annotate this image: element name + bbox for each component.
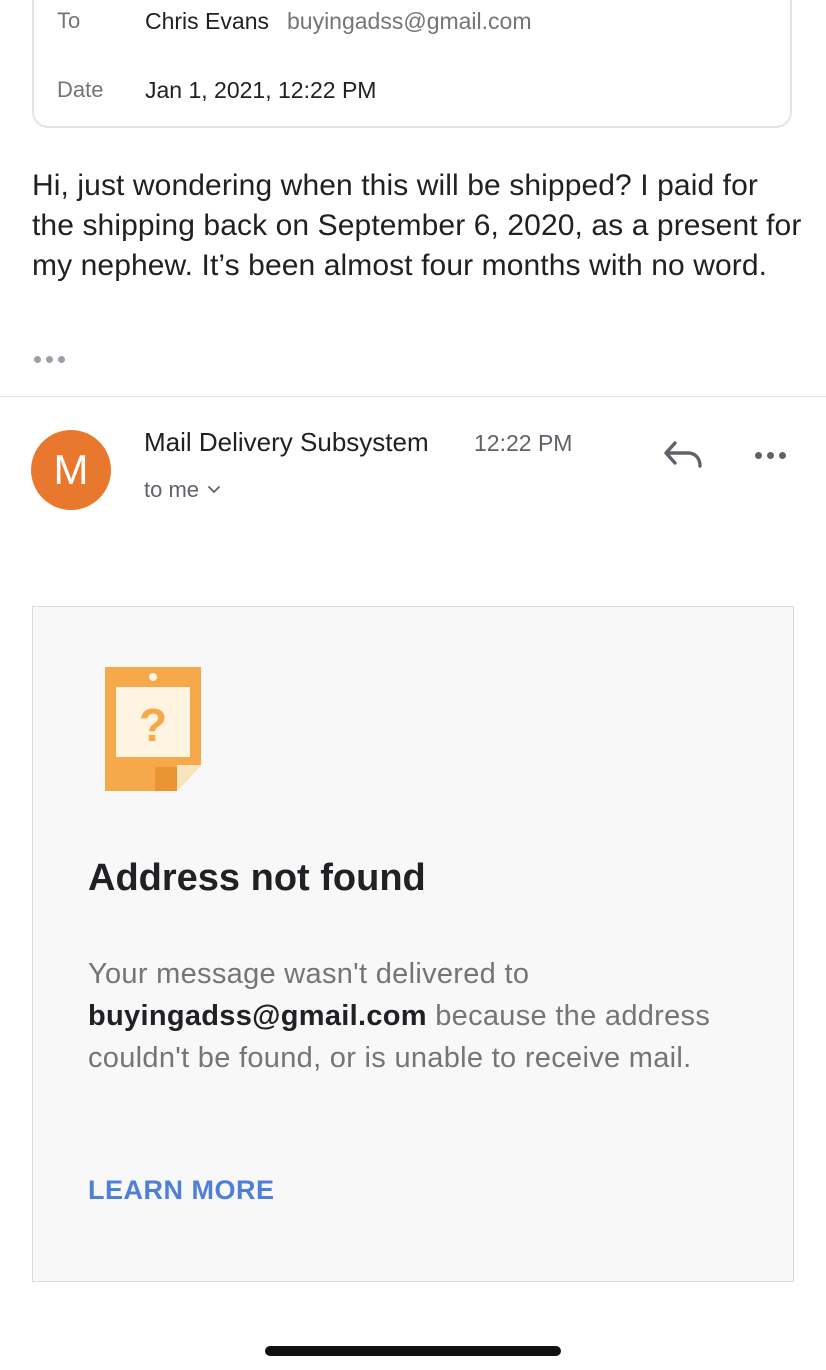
to-email[interactable]: buyingadss@gmail.com [287, 8, 532, 34]
home-indicator[interactable] [265, 1346, 561, 1356]
bounce-email[interactable]: buyingadss@gmail.com [88, 1000, 427, 1032]
reply-icon [664, 441, 702, 468]
reply-button[interactable] [658, 434, 708, 474]
question-note-icon: ? [105, 667, 201, 791]
dot-icon [58, 355, 65, 363]
dot-icon [34, 355, 41, 363]
to-name: Chris Evans [145, 8, 269, 34]
bounce-message-prefix: Your message wasn't delivered to [88, 958, 530, 990]
dot-icon [46, 355, 53, 363]
dot-icon [778, 451, 786, 459]
dot-icon [754, 451, 762, 459]
recipient-toggle[interactable]: to me [144, 477, 221, 503]
to-label: To [57, 8, 81, 33]
dot-icon [766, 451, 774, 459]
sender-name[interactable]: Mail Delivery Subsystem [144, 427, 429, 458]
message-divider [0, 396, 826, 397]
message-time: 12:22 PM [474, 430, 573, 456]
bounce-message: Your message wasn't delivered to buyinga… [88, 953, 748, 1079]
more-options-button[interactable] [748, 440, 792, 470]
date-value: Jan 1, 2021, 12:22 PM [145, 77, 377, 103]
message-details-card: To Chris Evans buyingadss@gmail.com Date … [32, 0, 792, 128]
learn-more-link[interactable]: LEARN MORE [88, 1175, 275, 1206]
show-trimmed-content-button[interactable] [34, 348, 70, 370]
bounce-title: Address not found [88, 857, 426, 899]
message-body: Hi, just wondering when this will be shi… [32, 169, 802, 282]
sender-avatar[interactable]: M [31, 430, 111, 510]
to-recipient: Chris Evans buyingadss@gmail.com [145, 8, 532, 35]
date-label: Date [57, 77, 104, 102]
chevron-down-icon [208, 486, 220, 493]
recipient-label: to me [144, 477, 200, 502]
bounce-notice-card: ? Address not found Your message wasn't … [32, 606, 794, 1282]
svg-text:?: ? [139, 699, 167, 751]
